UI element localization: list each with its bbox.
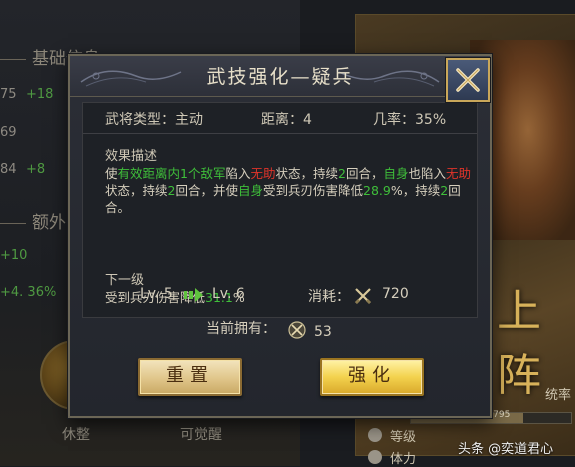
dialog-header: 武技强化—疑兵 [70,56,490,97]
desc-fragment: %，持续 [390,183,441,198]
effect-title: 效果描述 [105,149,158,164]
bg-stat: 75 [0,87,17,102]
stamina-label: 体力 [390,452,417,467]
close-button[interactable] [446,58,490,102]
desc-fragment: 使 [105,166,118,181]
bg-stat: +18 [26,87,54,102]
owned-value: 53 [314,324,332,340]
desc-fragment: 状态，持续 [275,166,339,181]
dialog-title: 武技强化—疑兵 [206,66,354,88]
upgrade-row: Lv. 5 Lv. 6 消耗： 720 [68,280,488,310]
skill-type: 武将类型：主动 [105,112,203,128]
owned-row: 当前拥有： [206,318,276,338]
level-to: Lv. 6 [212,286,245,302]
desc-fragment: 受到兵刃伤害降低 [263,183,364,198]
skill-enhance-dialog: 武技强化—疑兵 武将类型：主动 距离：4 几率：35% 效果描述 使有效距离内1… [68,54,492,418]
rest-label[interactable]: 休整 [62,424,90,444]
skill-book-icon [288,321,306,339]
bg-stat: +10 [0,248,28,263]
desc-fragment: 回合， [345,166,384,181]
section-extra: 额外 [0,208,66,233]
desc-fragment: 无助 [250,166,276,181]
stamina-icon [368,450,382,464]
enhance-button[interactable]: 强化 [320,358,424,396]
desc-fragment: 状态，持续 [105,183,168,198]
desc-fragment: 有效距离内1个敌军 [117,166,226,181]
bg-stat: +4. 36% [0,285,57,300]
desc-fragment: 2 [338,166,346,181]
section-extra-label: 额外 [32,213,66,233]
skill-meta-row: 武将类型：主动 距离：4 几率：35% [83,103,477,134]
reset-button[interactable]: 重置 [138,358,242,396]
desc-fragment: 自身 [383,166,409,181]
desc-fragment: 2 [440,183,449,198]
owned-label: 当前拥有： [206,321,276,337]
bg-stat: +8 [26,162,46,177]
arrow-right-icon [184,288,203,302]
desc-fragment: 也陷入 [408,166,447,181]
level-label: 等级 [390,430,417,445]
skill-rate: 几率：35% [373,112,447,128]
effect-description: 使有效距离内1个敌军陷入无助状态，持续2回合，自身也陷入无助状态，持续2回合，并… [105,165,475,216]
desc-fragment: 陷入 [225,166,251,181]
desc-fragment: 回合，并使 [175,183,238,198]
watermark: 头条 @奕道君心 [458,442,554,457]
crossed-swords-icon [354,288,372,305]
desc-fragment: 无助 [446,166,472,181]
level-icon [368,428,382,442]
desc-fragment: 28.9 [363,183,391,198]
bg-stat: 84 [0,162,17,177]
awaken-label[interactable]: 可觉醒 [180,424,222,444]
rate-label: 统率 [545,388,572,403]
cost-label: 消耗： [308,289,350,305]
skill-distance: 距离：4 [261,112,312,128]
cost-value: 720 [382,286,409,302]
bg-stat: 69 [0,125,17,140]
close-icon [456,68,480,92]
level-from: Lv. 5 [140,286,173,302]
desc-fragment: 自身 [237,183,263,198]
